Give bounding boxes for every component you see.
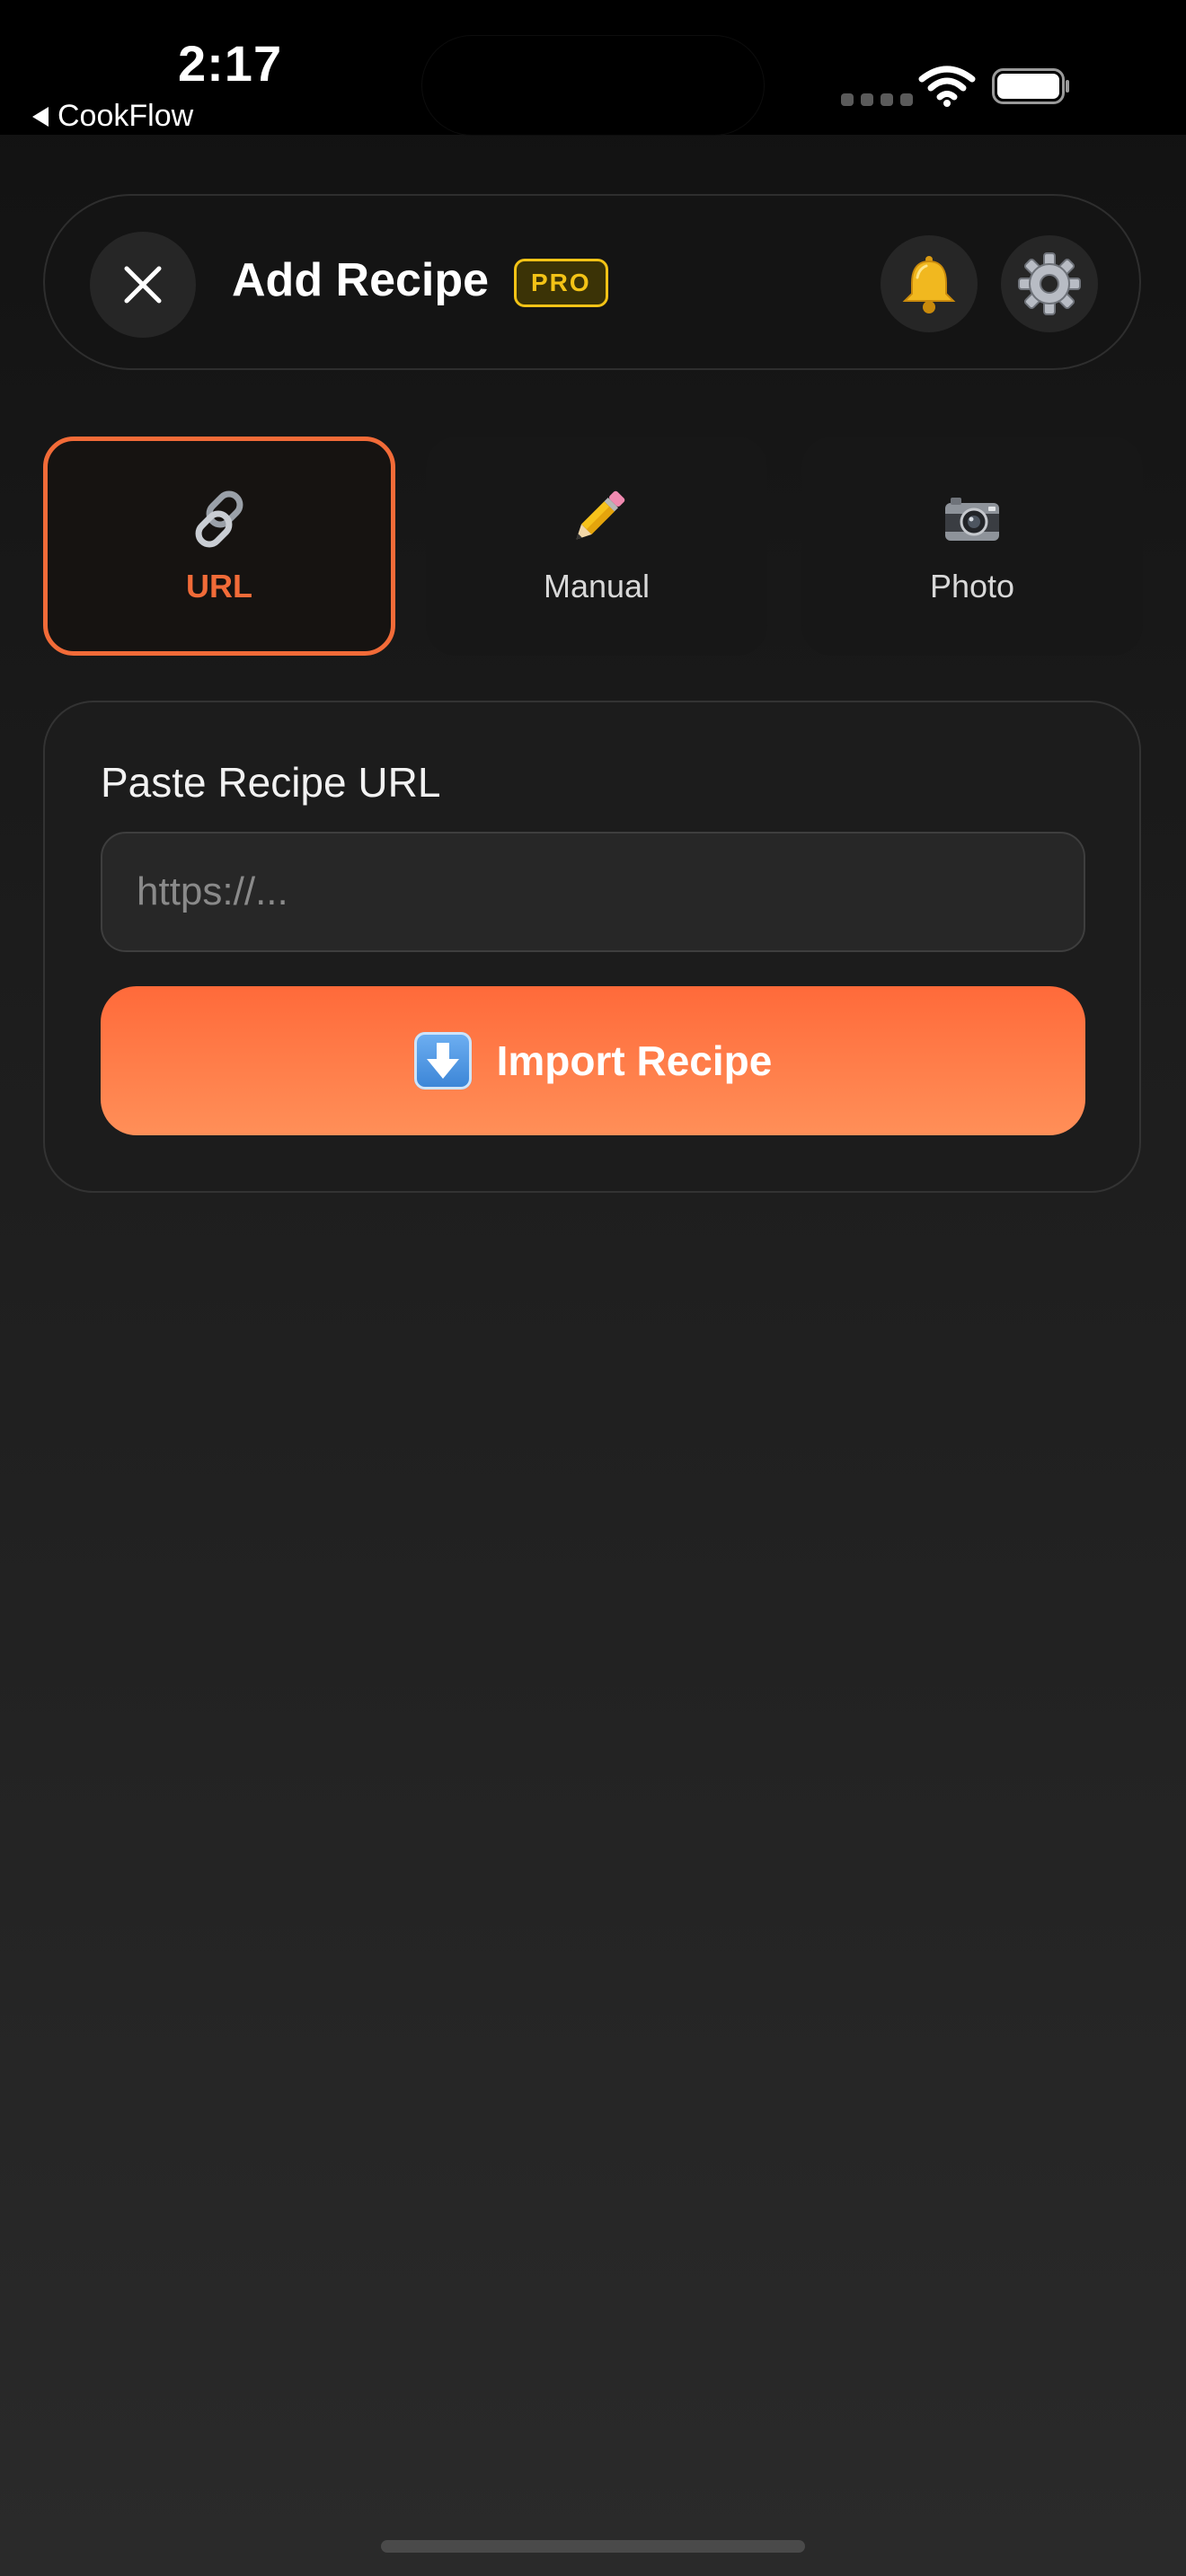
url-field-label: Paste Recipe URL [101,759,441,806]
back-arrow-icon [32,106,49,127]
tab-manual[interactable]: Manual [426,437,767,656]
pro-badge: PRO [514,259,608,307]
settings-button[interactable] [1001,235,1098,332]
tab-manual-label: Manual [543,568,651,604]
link-icon [195,490,243,548]
header-bar: Add Recipe PRO [43,194,1141,370]
status-time: 2:17 [178,35,283,92]
tab-url-label: URL [186,568,252,604]
close-icon [124,266,162,304]
back-app-label: CookFlow [58,99,194,133]
bell-icon [902,256,956,313]
back-to-app-link[interactable]: CookFlow [32,99,193,134]
status-bar: 2:17 CookFlow [0,0,1186,135]
tab-photo-label: Photo [929,568,1015,604]
tab-url[interactable]: URL [43,437,395,656]
import-recipe-button[interactable]: Import Recipe [101,986,1085,1135]
notifications-button[interactable] [881,235,978,332]
camera-icon [945,498,999,541]
home-indicator[interactable] [381,2540,805,2553]
download-icon [413,1032,472,1090]
battery-icon [992,68,1069,104]
pencil-icon [576,490,625,540]
gear-icon [1018,252,1081,315]
close-button[interactable] [90,232,196,338]
dynamic-island [422,36,764,135]
cellular-signal-icon [841,93,913,106]
recipe-url-input[interactable] [101,832,1085,952]
wifi-icon [918,66,976,107]
import-recipe-label: Import Recipe [496,1037,773,1084]
url-import-card: Paste Recipe URL Import Recipe [43,701,1141,1193]
tab-photo[interactable]: Photo [801,437,1143,656]
page-title: Add Recipe [232,254,490,306]
